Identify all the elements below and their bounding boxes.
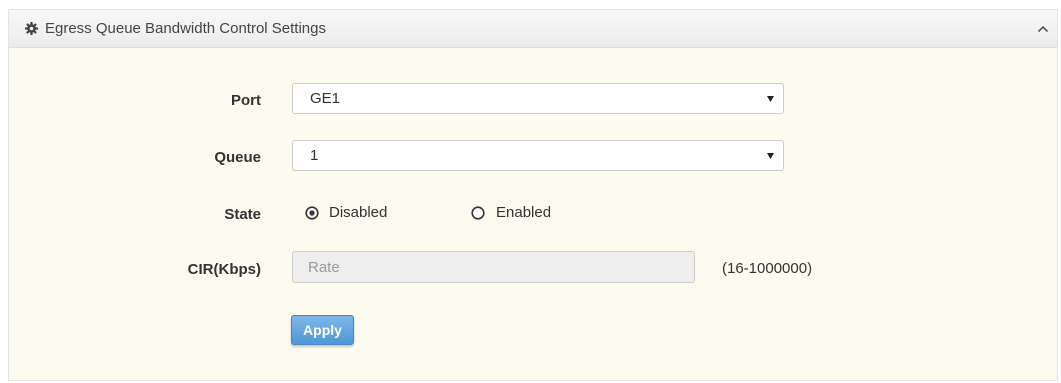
queue-select-value: 1 [310, 147, 319, 164]
panel-header[interactable]: Egress Queue Bandwidth Control Settings [9, 10, 1057, 48]
radio-disabled[interactable] [305, 206, 319, 220]
chevron-up-icon[interactable] [1037, 25, 1049, 33]
radio-disabled-label[interactable]: Disabled [329, 204, 387, 221]
cir-label: CIR(Kbps) [187, 261, 261, 278]
caret-down-icon [767, 96, 774, 102]
queue-label: Queue [214, 149, 261, 166]
radio-enabled-label[interactable]: Enabled [496, 204, 551, 221]
cir-range-hint: (16-1000000) [722, 260, 813, 277]
gear-icon [25, 22, 38, 35]
apply-button[interactable]: Apply [291, 315, 354, 345]
port-select-value: GE1 [310, 90, 341, 107]
port-select[interactable]: GE1 [292, 83, 784, 114]
radio-enabled[interactable] [471, 206, 485, 220]
panel-title: Egress Queue Bandwidth Control Settings [45, 20, 326, 37]
queue-select[interactable]: 1 [292, 140, 784, 171]
state-label: State [224, 206, 261, 223]
cir-rate-input[interactable] [292, 251, 695, 283]
port-label: Port [231, 92, 261, 109]
settings-panel: Egress Queue Bandwidth Control Settings … [8, 9, 1058, 381]
caret-down-icon [767, 153, 774, 159]
